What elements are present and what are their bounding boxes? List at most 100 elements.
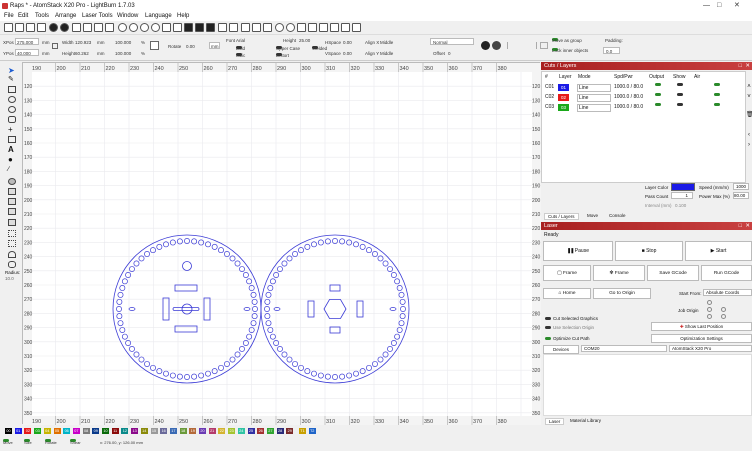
use-selection-origin-toggle[interactable]: Use Selection Origin [545, 325, 594, 330]
text-height-value[interactable]: 25.00 [299, 38, 310, 43]
palette-swatch[interactable]: 17 [169, 428, 177, 434]
palette-swatch[interactable]: 07 [72, 428, 80, 434]
palette-swatch[interactable]: 24 [237, 428, 245, 434]
palette-swatch[interactable]: 11 [111, 428, 119, 434]
move-down-icon[interactable]: ˅ [746, 92, 752, 102]
maximize-icon[interactable]: □ [717, 0, 721, 12]
stop-button[interactable]: ■ Stop [615, 241, 683, 261]
menu-language[interactable]: Language [145, 12, 172, 21]
canvas-area[interactable]: 190 200 210 220 230 240 250 260 270 280 290 300 310 3… [22, 62, 541, 425]
tab-laser[interactable]: Laser [545, 418, 565, 425]
grid-array-icon[interactable] [341, 23, 350, 32]
palette-swatch[interactable]: 00 [5, 428, 12, 434]
save-gcode-button[interactable]: Save GCode [647, 265, 699, 281]
hspace-value[interactable]: 0.00 [343, 40, 352, 45]
frame-page-icon[interactable] [162, 23, 171, 32]
lock-ratio-icon[interactable] [52, 43, 58, 49]
position-tool-icon[interactable]: + [8, 126, 16, 134]
zoom-in-icon[interactable] [129, 23, 138, 32]
layer-color-swatch[interactable] [671, 183, 695, 191]
variable-text-icon[interactable] [229, 23, 238, 32]
tools-icon[interactable] [206, 23, 215, 32]
menu-tools[interactable]: Tools [35, 12, 49, 21]
palette-swatch[interactable]: 22 [218, 428, 226, 434]
minimize-icon[interactable]: — [703, 0, 710, 12]
close-paths-icon[interactable] [8, 219, 16, 226]
polygon-tool-icon[interactable] [8, 106, 16, 113]
close-icon[interactable]: ✕ [734, 0, 740, 12]
interval-value[interactable]: 0.100 [675, 203, 686, 208]
collapse-right-icon[interactable]: › [746, 140, 752, 150]
palette-swatch[interactable]: 19 [189, 428, 197, 434]
edit-nodes-icon[interactable]: ✎ [8, 76, 16, 83]
palette-swatch[interactable]: 20 [199, 428, 206, 434]
pass-count-value[interactable]: 1 [671, 192, 693, 199]
palette-swatch[interactable]: 28 [276, 428, 284, 434]
palette-swatch[interactable]: 23 [228, 428, 236, 434]
layer-row[interactable]: C01 01 Line 1000.0 / 80.0 [544, 83, 751, 92]
cut-selected-toggle[interactable]: Cut Selected Graphics [545, 316, 598, 321]
collapse-left-icon[interactable]: ‹ [746, 130, 752, 140]
palette-swatch[interactable]: 27 [266, 428, 274, 434]
palette-swatch[interactable]: 06 [63, 428, 71, 434]
boolean-icon[interactable] [8, 188, 16, 195]
save-as-icon[interactable] [37, 23, 46, 32]
float-icon[interactable]: □ [739, 222, 742, 230]
layer-row[interactable]: C03 03 Line 1000.0 / 80.0 [544, 103, 751, 112]
align-icon[interactable] [319, 23, 328, 32]
palette-swatch[interactable]: 29 [286, 428, 294, 434]
tab-console[interactable]: Console [606, 213, 629, 218]
monitor-icon[interactable] [184, 23, 193, 32]
fill-icon[interactable] [492, 41, 501, 50]
menu-edit[interactable]: Edit [18, 12, 28, 21]
offset-value[interactable]: 0 [448, 51, 451, 56]
design-canvas[interactable]: 190 200 210 220 230 240 250 260 270 280 290 300 310 3… [23, 63, 541, 425]
close-panel-icon[interactable]: ✕ [745, 62, 750, 70]
layer-mode-select[interactable]: Line [577, 103, 611, 112]
font-value[interactable]: Arial [236, 38, 245, 43]
import-icon[interactable] [49, 23, 58, 32]
optimize-cut-path-toggle[interactable]: Optimize Cut Path [545, 336, 590, 341]
menu-arrange[interactable]: Arrange [55, 12, 76, 21]
palette-swatch[interactable]: 10 [102, 428, 109, 434]
port-select[interactable]: COM20 [581, 345, 667, 352]
tab-move[interactable]: Move [584, 213, 601, 218]
open-file-icon[interactable] [15, 23, 24, 32]
frame-round-button[interactable]: ✻ Frame [593, 265, 645, 281]
home-button[interactable]: ⌂ Home [543, 288, 591, 299]
trace-image-icon[interactable] [218, 23, 227, 32]
height-value[interactable]: 60.262 [75, 51, 89, 56]
frame-rect-button[interactable]: ▢ Frame [543, 265, 591, 281]
new-file-icon[interactable] [4, 23, 13, 32]
palette-swatch[interactable]: 14 [140, 428, 148, 434]
delete-icon[interactable] [105, 23, 114, 32]
grid-array-tool-icon[interactable] [8, 230, 16, 237]
float-icon[interactable]: □ [739, 62, 742, 70]
corner-round-icon[interactable] [8, 251, 16, 258]
tab-material-library[interactable]: Material Library [567, 418, 604, 423]
layer-mode-select[interactable]: Line [577, 83, 611, 92]
flip-vertical-icon[interactable] [308, 23, 317, 32]
devices-button[interactable]: Devices [543, 345, 579, 354]
palette-swatch[interactable]: 16 [160, 428, 168, 434]
weld-icon[interactable] [263, 23, 272, 32]
radius-value[interactable]: 10.0 [5, 276, 14, 281]
group-icon[interactable] [275, 23, 284, 32]
rectangle-tool-icon[interactable] [8, 86, 16, 93]
ungroup-icon[interactable] [286, 23, 295, 32]
palette-swatch[interactable]: 13 [131, 428, 139, 434]
corner-tool-icon[interactable] [8, 261, 16, 268]
alignx-value[interactable]: Middle [380, 40, 393, 45]
offset-shapes-icon[interactable] [8, 178, 16, 185]
menu-laser-tools[interactable]: Laser Tools [82, 12, 113, 21]
trash-icon[interactable]: 🗑 [746, 110, 752, 120]
optimization-settings-button[interactable]: Optimization Settings [651, 334, 752, 343]
palette-swatch[interactable]: 18 [179, 428, 187, 434]
job-origin-grid[interactable] [707, 300, 741, 320]
palette-swatch[interactable]: 15 [150, 428, 158, 434]
simulate-icon[interactable] [481, 41, 490, 50]
close-panel-icon[interactable]: ✕ [745, 222, 750, 230]
circular-array-tool-icon[interactable] [8, 240, 16, 247]
alignment-tools[interactable] [507, 42, 537, 49]
anchor-grid-icon[interactable] [150, 41, 159, 50]
